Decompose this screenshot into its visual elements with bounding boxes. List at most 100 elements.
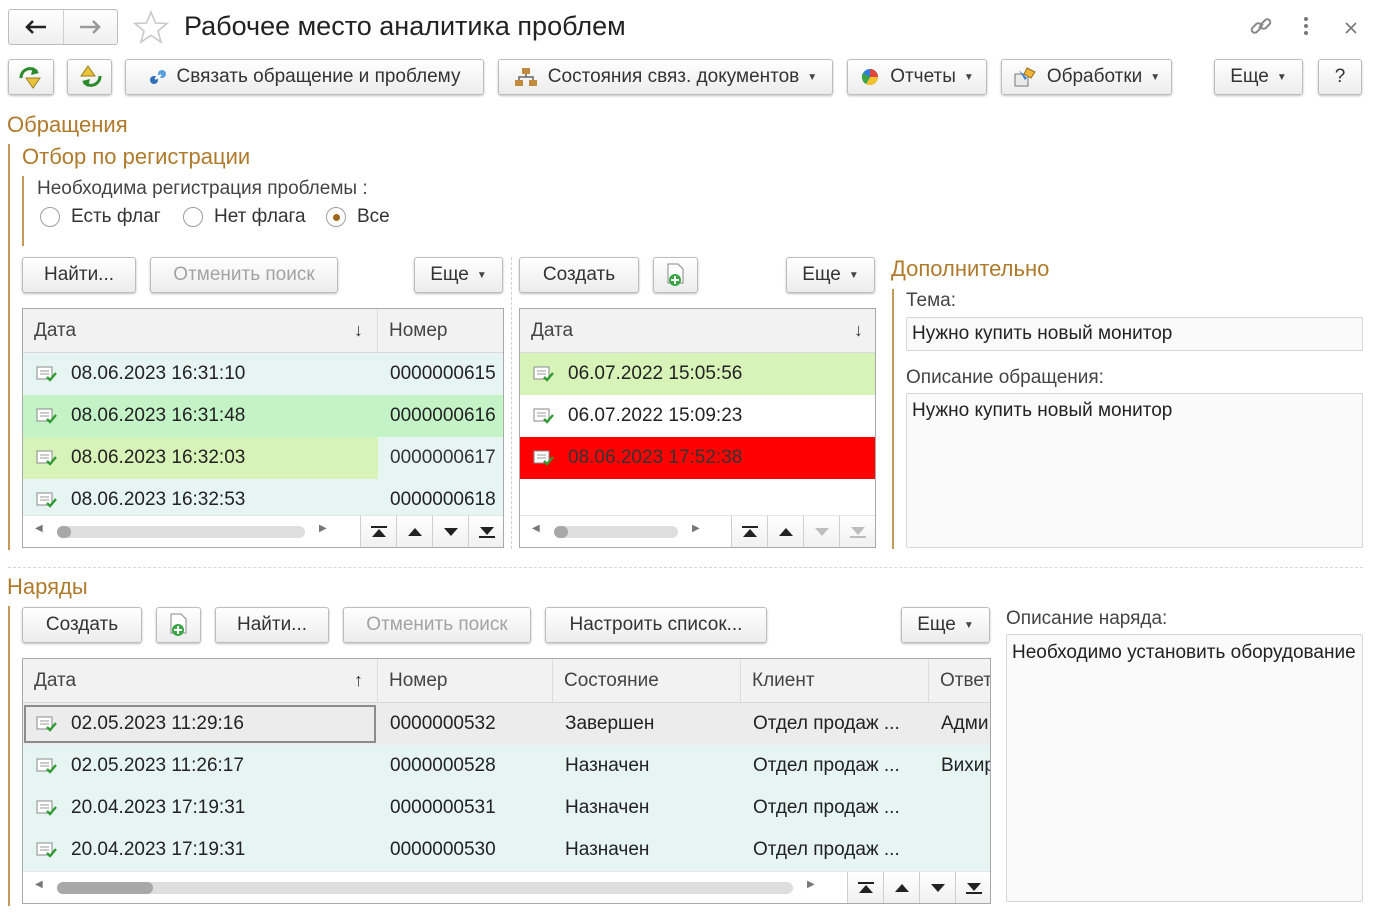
orders-table[interactable]: Дата ↑ Номер Состояние Клиент Ответ 02.0… — [22, 658, 991, 904]
radio-no-flag-label[interactable]: Нет флага — [214, 206, 306, 228]
close-icon[interactable] — [1344, 19, 1358, 41]
pie-chart-icon — [860, 67, 880, 87]
column-number-label: Номер — [389, 320, 448, 341]
table-row[interactable]: 08.06.2023 16:31:10 0000000615 — [23, 353, 503, 395]
horizontal-scrollbar[interactable] — [57, 526, 305, 538]
table-header: Дата ↓ Номер — [23, 309, 503, 353]
linked-doc-states-label: Состояния связ. документов — [547, 66, 800, 87]
prev-row-icon — [407, 528, 422, 536]
scroll-left-icon[interactable]: ◀ — [35, 879, 43, 890]
table-row[interactable]: 08.06.2023 16:32:53 0000000618 — [23, 479, 503, 515]
orders-more-label: Еще — [917, 614, 956, 635]
processing-label: Обработки — [1046, 66, 1143, 87]
last-row-button[interactable] — [468, 516, 503, 547]
prev-row-button[interactable] — [883, 872, 919, 903]
cell-responsible: Адми — [941, 713, 989, 734]
next-row-button[interactable] — [432, 516, 468, 547]
add-order-document-button[interactable] — [156, 607, 201, 643]
scrollbar-thumb[interactable] — [57, 882, 153, 894]
last-row-button[interactable] — [839, 516, 875, 547]
table-header: Дата ↑ Номер Состояние Клиент Ответ — [23, 659, 990, 703]
horizontal-scrollbar[interactable] — [554, 526, 678, 538]
scroll-left-icon[interactable]: ◀ — [532, 523, 540, 534]
table-row[interactable]: 20.04.2023 17:19:31 0000000531 Назначен … — [23, 787, 990, 829]
configure-list-button[interactable]: Настроить список... — [545, 607, 767, 643]
kebab-menu-icon[interactable] — [1300, 15, 1312, 37]
column-date[interactable]: Дата ↓ — [520, 309, 875, 353]
radio-has-flag[interactable] — [40, 207, 60, 227]
radio-all[interactable] — [326, 207, 346, 227]
order-description-field[interactable]: Необходимо установить оборудование — [1006, 634, 1363, 902]
column-responsible[interactable]: Ответ — [929, 659, 990, 703]
table-row[interactable]: 20.04.2023 17:19:31 0000000530 Назначен … — [23, 829, 990, 871]
add-document-icon — [667, 263, 683, 286]
cell-number: 0000000528 — [390, 755, 496, 776]
row-nav-buttons — [360, 516, 503, 547]
next-row-button[interactable] — [803, 516, 839, 547]
sort-desc-icon: ↓ — [854, 320, 863, 340]
table-row[interactable]: 08.06.2023 16:32:03 0000000617 — [23, 437, 503, 479]
table-row[interactable]: 08.06.2023 16:31:48 0000000616 — [23, 395, 503, 437]
column-number[interactable]: Номер — [378, 659, 553, 703]
link-icon[interactable] — [1249, 14, 1273, 44]
first-row-button[interactable] — [360, 516, 396, 547]
appeals-table[interactable]: Дата ↓ Номер 08.06.2023 16:31:10 0000000… — [22, 308, 504, 548]
linked-doc-states-button[interactable]: Состояния связ. документов ▼ — [498, 59, 833, 95]
related-documents-table[interactable]: Дата ↓ 06.07.2022 15:05:56 06.07.2022 15… — [519, 308, 876, 548]
column-number[interactable]: Номер — [378, 309, 503, 353]
scrollbar-thumb[interactable] — [554, 526, 568, 538]
first-row-button[interactable] — [731, 516, 767, 547]
column-client[interactable]: Клиент — [741, 659, 929, 703]
find-order-button[interactable]: Найти... — [215, 607, 329, 643]
table-header: Дата ↓ — [520, 309, 875, 353]
table-row[interactable]: 02.05.2023 11:29:16 0000000532 Завершен … — [23, 703, 990, 745]
description-field[interactable]: Нужно купить новый монитор — [906, 393, 1363, 548]
scroll-left-icon[interactable]: ◀ — [35, 523, 43, 534]
cancel-search-button[interactable]: Отменить поиск — [150, 257, 338, 293]
next-row-button[interactable] — [919, 872, 955, 903]
help-button[interactable]: ? — [1318, 59, 1362, 95]
window-title: Рабочее место аналитика проблем — [184, 11, 626, 41]
radio-no-flag[interactable] — [183, 207, 203, 227]
horizontal-scrollbar[interactable] — [57, 882, 793, 894]
first-row-button[interactable] — [847, 872, 883, 903]
orders-left-bar — [8, 606, 10, 906]
table-row[interactable]: 08.06.2023 17:52:38 — [520, 437, 875, 479]
processing-button[interactable]: Обработки ▼ — [1001, 59, 1172, 95]
column-date[interactable]: Дата ↓ — [23, 309, 378, 353]
create-order-button[interactable]: Создать — [22, 607, 142, 643]
reports-button[interactable]: Отчеты ▼ — [847, 59, 987, 95]
find-button[interactable]: Найти... — [22, 257, 136, 293]
back-arrow-icon[interactable] — [9, 10, 63, 44]
scroll-right-icon[interactable]: ▶ — [807, 879, 815, 890]
orders-more-button[interactable]: Еще ▼ — [901, 607, 990, 643]
radio-has-flag-label[interactable]: Есть флаг — [71, 206, 161, 228]
forward-arrow-icon[interactable] — [62, 10, 118, 44]
scroll-right-icon[interactable]: ▶ — [319, 523, 327, 534]
table-row[interactable]: 06.07.2022 15:09:23 — [520, 395, 875, 437]
link-appeal-problem-button[interactable]: Связать обращение и проблему — [125, 59, 484, 95]
radio-all-label[interactable]: Все — [357, 206, 390, 228]
column-state[interactable]: Состояние — [553, 659, 741, 703]
scrollbar-thumb[interactable] — [57, 526, 71, 538]
table-row[interactable]: 06.07.2022 15:05:56 — [520, 353, 875, 395]
mid-more-button[interactable]: Еще ▼ — [786, 257, 875, 293]
cancel-order-search-button[interactable]: Отменить поиск — [343, 607, 531, 643]
scroll-right-icon[interactable]: ▶ — [692, 523, 700, 534]
topic-field[interactable]: Нужно купить новый монитор — [906, 317, 1363, 351]
prev-row-button[interactable] — [767, 516, 803, 547]
refresh-down-button[interactable] — [67, 59, 112, 95]
chevron-down-icon: ▼ — [963, 619, 974, 631]
prev-row-button[interactable] — [396, 516, 432, 547]
add-document-button[interactable] — [653, 257, 698, 293]
appeals-more-button[interactable]: Еще ▼ — [414, 257, 503, 293]
prev-row-icon — [894, 884, 909, 892]
create-appeal-button[interactable]: Создать — [519, 257, 639, 293]
hierarchy-icon — [514, 67, 538, 87]
refresh-up-button[interactable] — [8, 59, 54, 95]
column-date[interactable]: Дата ↑ — [23, 659, 378, 703]
more-button[interactable]: Еще ▼ — [1214, 59, 1303, 95]
table-row[interactable]: 02.05.2023 11:26:17 0000000528 Назначен … — [23, 745, 990, 787]
star-icon[interactable] — [132, 9, 170, 50]
last-row-button[interactable] — [955, 872, 990, 903]
